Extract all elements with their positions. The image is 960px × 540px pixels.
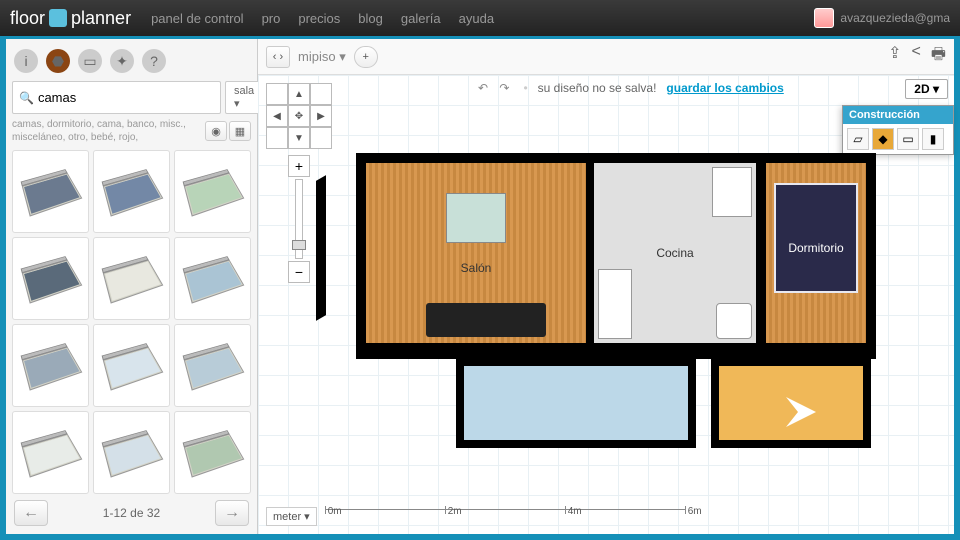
room-label: Dormitorio xyxy=(788,241,843,255)
furniture-item[interactable] xyxy=(174,150,251,233)
pan-control[interactable]: ▲ ◀✥▶ ▼ xyxy=(266,83,332,149)
nav-galeria[interactable]: galería xyxy=(401,11,441,26)
search-tags: camas, dormitorio, cama, banco, misc., m… xyxy=(12,118,205,144)
unit-select[interactable]: meter ▾ xyxy=(266,507,317,526)
pan-down-icon[interactable]: ▼ xyxy=(288,127,310,149)
zoom-slider[interactable] xyxy=(295,179,303,259)
logo-text-right: planner xyxy=(71,8,131,29)
pan-right-icon[interactable]: ▶ xyxy=(310,105,332,127)
furniture-item[interactable] xyxy=(174,411,251,494)
sidebar: i ⬣ ▭ ✦ ? 🔍 sala ▾ camas, dormitorio, ca… xyxy=(6,39,258,534)
zoom-in-button[interactable]: + xyxy=(288,155,310,177)
compass-icon[interactable]: ✦ xyxy=(110,49,134,73)
search-input[interactable] xyxy=(38,90,214,105)
view-mode-toggle[interactable]: 2D ▾ xyxy=(905,79,948,99)
furniture-item[interactable] xyxy=(93,324,170,407)
save-link[interactable]: guardar los cambios xyxy=(666,81,783,95)
view-grid-button[interactable]: ▦ xyxy=(229,121,251,141)
furniture-item[interactable] xyxy=(93,150,170,233)
room-tool-icon[interactable]: ▱ xyxy=(847,128,869,150)
pager-next-button[interactable]: → xyxy=(215,500,249,526)
canvas[interactable]: ▲ ◀✥▶ ▼ + − ↶ ↷ • su diseño no se salva!… xyxy=(258,75,954,534)
furniture-item[interactable] xyxy=(12,237,89,320)
nav-precios[interactable]: precios xyxy=(298,11,340,26)
scale-ruler: 0m 2m 4m 6m xyxy=(325,509,685,525)
room-label: Salón xyxy=(461,261,492,275)
door-tool-icon[interactable]: ▮ xyxy=(922,128,944,150)
construction-panel: Construcción ▱ ◆ ▭ ▮ xyxy=(842,105,954,155)
nav-ayuda[interactable]: ayuda xyxy=(459,11,494,26)
room-dormitorio[interactable]: Dormitorio xyxy=(766,163,866,343)
nav-blog[interactable]: blog xyxy=(358,11,383,26)
furniture-icon[interactable]: ⬣ xyxy=(46,49,70,73)
furniture-item[interactable] xyxy=(174,237,251,320)
window-tool-icon[interactable]: ▭ xyxy=(897,128,919,150)
export-icon[interactable]: ⇪ xyxy=(888,43,901,70)
nav-arrows-button[interactable]: ‹ › xyxy=(266,46,290,68)
furniture-item[interactable] xyxy=(12,150,89,233)
view-3d-button[interactable]: ◉ xyxy=(205,121,227,141)
zoom-out-button[interactable]: − xyxy=(288,261,310,283)
add-button[interactable]: + xyxy=(354,46,378,68)
nav-pro[interactable]: pro xyxy=(262,11,281,26)
image-icon[interactable]: ▭ xyxy=(78,49,102,73)
construction-header: Construcción xyxy=(843,106,953,124)
logo[interactable]: floor planner xyxy=(10,8,131,29)
furniture-item[interactable] xyxy=(174,324,251,407)
pan-up-icon[interactable]: ▲ xyxy=(288,83,310,105)
project-name[interactable]: mipiso ▾ xyxy=(298,49,346,65)
info-icon[interactable]: i xyxy=(14,49,38,73)
pager-prev-button[interactable]: ← xyxy=(14,500,48,526)
room-salon[interactable]: Salón xyxy=(366,163,586,343)
floorplan[interactable]: Salón Cocina Dormitorio xyxy=(316,153,876,463)
room-label: Cocina xyxy=(656,246,693,260)
search-box[interactable]: 🔍 xyxy=(12,81,221,114)
furniture-grid xyxy=(12,150,251,494)
nav-panel-de-control[interactable]: panel de control xyxy=(151,11,244,26)
share-icon[interactable]: < xyxy=(912,43,921,70)
pager-text: 1-12 de 32 xyxy=(103,506,160,520)
furniture-item[interactable] xyxy=(93,411,170,494)
floor-tool-icon[interactable]: ◆ xyxy=(872,128,894,150)
pan-center-icon[interactable]: ✥ xyxy=(288,105,310,127)
print-icon[interactable]: 🖶 xyxy=(931,43,946,70)
avatar[interactable] xyxy=(814,8,834,28)
pan-left-icon[interactable]: ◀ xyxy=(266,105,288,127)
logo-text-left: floor xyxy=(10,8,45,29)
undo-redo-icons[interactable]: ↶ ↷ xyxy=(478,81,513,95)
save-message: su diseño no se salva! xyxy=(538,81,657,95)
help-icon[interactable]: ? xyxy=(142,49,166,73)
room-cocina[interactable]: Cocina xyxy=(594,163,756,343)
furniture-item[interactable] xyxy=(12,324,89,407)
search-icon: 🔍 xyxy=(19,91,34,105)
logo-icon xyxy=(49,9,67,27)
furniture-item[interactable] xyxy=(12,411,89,494)
furniture-item[interactable] xyxy=(93,237,170,320)
user-email[interactable]: avazquezieda@gma xyxy=(840,11,950,25)
